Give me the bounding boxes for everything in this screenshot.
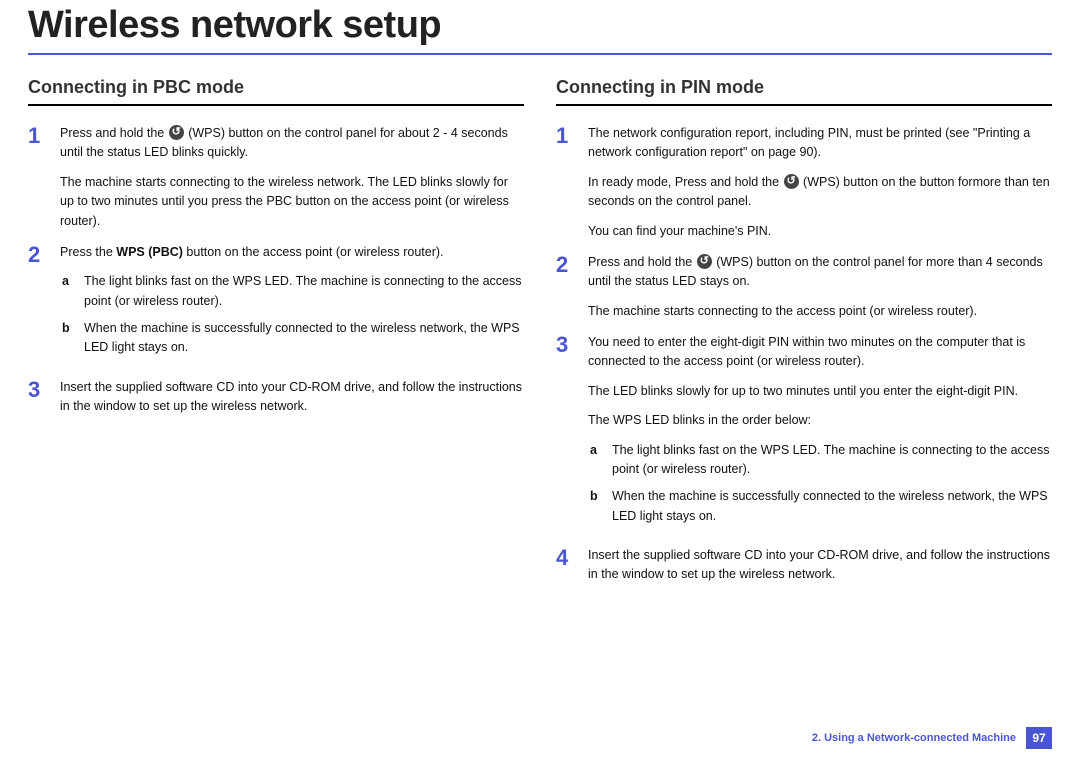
title-rule xyxy=(28,53,1052,55)
substep-text: The light blinks fast on the WPS LED. Th… xyxy=(84,272,524,311)
step-text: The machine starts connecting to the acc… xyxy=(588,302,1052,321)
step-number: 3 xyxy=(28,378,46,417)
step-text: The WPS LED blinks in the order below: xyxy=(588,411,1052,430)
substep-letter: a xyxy=(62,272,74,311)
step-text: You need to enter the eight-digit PIN wi… xyxy=(588,333,1052,372)
left-heading: Connecting in PBC mode xyxy=(28,77,524,98)
left-step-1: 1 Press and hold the (WPS) button on the… xyxy=(28,124,524,231)
left-column: Connecting in PBC mode 1 Press and hold … xyxy=(28,77,524,597)
step-text: In ready mode, Press and hold the (WPS) … xyxy=(588,173,1052,212)
substep-letter: b xyxy=(590,487,602,526)
step-body: Press and hold the (WPS) button on the c… xyxy=(60,124,524,231)
right-step-2: 2 Press and hold the (WPS) button on the… xyxy=(556,253,1052,321)
step-body: Press the WPS (PBC) button on the access… xyxy=(60,243,524,366)
right-step-4: 4 Insert the supplied software CD into y… xyxy=(556,546,1052,585)
right-rule xyxy=(556,104,1052,106)
page-title: Wireless network setup xyxy=(28,4,1052,47)
step-text: The network configuration report, includ… xyxy=(588,124,1052,163)
substep-text: When the machine is successfully connect… xyxy=(612,487,1052,526)
left-step-2: 2 Press the WPS (PBC) button on the acce… xyxy=(28,243,524,366)
footer-chapter: 2. Using a Network-connected Machine xyxy=(812,732,1016,744)
left-step-3: 3 Insert the supplied software CD into y… xyxy=(28,378,524,417)
page-number: 97 xyxy=(1026,727,1052,749)
step-text: The LED blinks slowly for up to two minu… xyxy=(588,382,1052,401)
page: Wireless network setup Connecting in PBC… xyxy=(0,0,1080,763)
left-rule xyxy=(28,104,524,106)
substep-text: The light blinks fast on the WPS LED. Th… xyxy=(612,441,1052,480)
step-text: Press and hold the (WPS) button on the c… xyxy=(588,253,1052,292)
right-step-3: 3 You need to enter the eight-digit PIN … xyxy=(556,333,1052,534)
step-body: The network configuration report, includ… xyxy=(588,124,1052,241)
wps-icon xyxy=(784,174,799,189)
step-text: You can find your machine's PIN. xyxy=(588,222,1052,241)
title-row: Wireless network setup xyxy=(28,0,1052,55)
step-number: 2 xyxy=(28,243,46,366)
step-body: You need to enter the eight-digit PIN wi… xyxy=(588,333,1052,534)
step-text: The machine starts connecting to the wir… xyxy=(60,173,524,231)
substep-text: When the machine is successfully connect… xyxy=(84,319,524,358)
step-body: Insert the supplied software CD into you… xyxy=(588,546,1052,585)
substep-letter: b xyxy=(62,319,74,358)
right-column: Connecting in PIN mode 1 The network con… xyxy=(556,77,1052,597)
step-text: Insert the supplied software CD into you… xyxy=(60,378,524,417)
substep-b: b When the machine is successfully conne… xyxy=(60,319,524,358)
step-number: 2 xyxy=(556,253,574,321)
substep-a: a The light blinks fast on the WPS LED. … xyxy=(60,272,524,311)
step-number: 3 xyxy=(556,333,574,534)
step-body: Insert the supplied software CD into you… xyxy=(60,378,524,417)
step-text: Press the WPS (PBC) button on the access… xyxy=(60,243,524,262)
columns: Connecting in PBC mode 1 Press and hold … xyxy=(28,77,1052,597)
right-step-1: 1 The network configuration report, incl… xyxy=(556,124,1052,241)
step-text: Press and hold the (WPS) button on the c… xyxy=(60,124,524,163)
footer: 2. Using a Network-connected Machine 97 xyxy=(812,727,1052,749)
substep-a: a The light blinks fast on the WPS LED. … xyxy=(588,441,1052,480)
substep-letter: a xyxy=(590,441,602,480)
step-number: 4 xyxy=(556,546,574,585)
substep-b: b When the machine is successfully conne… xyxy=(588,487,1052,526)
step-number: 1 xyxy=(556,124,574,241)
step-text: Insert the supplied software CD into you… xyxy=(588,546,1052,585)
wps-icon xyxy=(169,125,184,140)
step-body: Press and hold the (WPS) button on the c… xyxy=(588,253,1052,321)
step-number: 1 xyxy=(28,124,46,231)
right-heading: Connecting in PIN mode xyxy=(556,77,1052,98)
wps-icon xyxy=(697,254,712,269)
